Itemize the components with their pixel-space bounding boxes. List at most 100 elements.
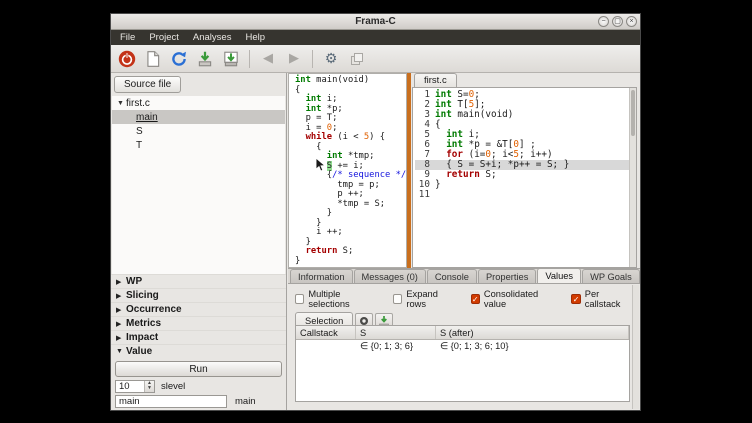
code-line[interactable]: int main(void): [295, 76, 406, 86]
spinner-arrows-icon[interactable]: ▲▼: [144, 381, 154, 392]
normalized-source-view: int main(void){ int i; int *p; p = T; i …: [288, 73, 407, 268]
original-source-view: 1int S=0;2int T[5];3int main(void)4{5 in…: [412, 87, 637, 268]
slevel-label: slevel: [161, 381, 185, 392]
values-table-body: ∈ {0; 1; 3; 6}∈ {0; 1; 3; 6; 10}: [296, 340, 629, 353]
tree-item-T[interactable]: T: [112, 138, 285, 152]
values-table: Callstack S S (after) ∈ {0; 1; 3; 6}∈ {0…: [295, 325, 630, 402]
main-content: Source file ▼ first.c main S T ▶: [111, 73, 640, 410]
accordion-wp[interactable]: ▶ WP: [111, 274, 286, 288]
history-forward-button[interactable]: ▶: [282, 47, 306, 71]
scrollbar-thumb[interactable]: [631, 90, 635, 136]
code-line[interactable]: 3int main(void): [415, 110, 636, 120]
code-line[interactable]: 11: [415, 190, 636, 200]
source-position-marker[interactable]: [407, 73, 411, 268]
source-file-button[interactable]: Source file: [114, 76, 181, 93]
accordion-impact[interactable]: ▶ Impact: [111, 330, 286, 344]
table-row[interactable]: ∈ {0; 1; 3; 6}∈ {0; 1; 3; 6; 10}: [296, 340, 629, 353]
tab-properties[interactable]: Properties: [478, 269, 536, 283]
tab-wp-goals[interactable]: WP Goals: [582, 269, 640, 283]
refresh-icon: [170, 50, 188, 68]
run-button[interactable]: Run: [115, 361, 282, 377]
tab-first-c[interactable]: first.c: [414, 73, 457, 87]
analyses-settings-button[interactable]: ⚙: [319, 47, 343, 71]
expander-down-icon[interactable]: ▼: [117, 100, 126, 107]
minimize-button[interactable]: −: [598, 16, 609, 27]
title-bar[interactable]: Frama-C − ▢ ×: [111, 14, 640, 30]
menu-help[interactable]: Help: [238, 30, 272, 45]
new-project-button[interactable]: [141, 47, 165, 71]
main-function-label: main: [235, 396, 256, 407]
save-session-icon: [222, 50, 240, 68]
table-cell: ∈ {0; 1; 3; 6; 10}: [436, 340, 629, 353]
new-file-icon: [144, 50, 162, 68]
tree-item-main[interactable]: main: [112, 110, 285, 124]
history-back-button[interactable]: ◀: [256, 47, 280, 71]
table-cell: [296, 340, 356, 353]
menu-project[interactable]: Project: [142, 30, 186, 45]
code-line[interactable]: 10}: [415, 180, 636, 190]
back-icon: ◀: [263, 51, 273, 66]
source-file-tree: ▼ first.c main S T: [112, 96, 285, 274]
left-panel: Source file ▼ first.c main S T ▶: [111, 73, 287, 410]
checkbox-icon[interactable]: [393, 294, 402, 304]
tab-values[interactable]: Values: [537, 268, 581, 283]
quit-button[interactable]: [115, 47, 139, 71]
tab-messages[interactable]: Messages (0): [354, 269, 426, 283]
toolbar: ◀ ▶ ⚙: [111, 45, 640, 73]
tree-item-S[interactable]: S: [112, 124, 285, 138]
vertical-scrollbar[interactable]: [629, 88, 636, 267]
detach-view-button[interactable]: [345, 47, 369, 71]
accordion-metrics[interactable]: ▶ Metrics: [111, 316, 286, 330]
values-options-row: Multiple selections Expand rows ✓ Consol…: [295, 289, 633, 309]
checkbox-icon[interactable]: [295, 294, 304, 304]
column-s[interactable]: S: [356, 326, 436, 339]
analyses-accordion: ▶ WP ▶ Slicing ▶ Occurrence ▶ Metrics ▶: [111, 274, 286, 358]
code-line[interactable]: 9 return S;: [415, 170, 636, 180]
expander-right-icon: ▶: [116, 278, 126, 286]
slevel-spinner[interactable]: 10 ▲▼: [115, 380, 155, 393]
code-line[interactable]: }: [295, 257, 406, 267]
vertical-scrollbar[interactable]: [632, 285, 639, 409]
main-function-row: main main: [115, 395, 282, 408]
column-s-after[interactable]: S (after): [436, 326, 629, 339]
detach-icon: [349, 51, 365, 67]
menu-analyses[interactable]: Analyses: [186, 30, 239, 45]
accordion-occurrence[interactable]: ▶ Occurrence: [111, 302, 286, 316]
code-line[interactable]: return S;: [295, 247, 406, 257]
load-session-icon: [196, 50, 214, 68]
close-button[interactable]: ×: [626, 16, 637, 27]
expander-right-icon: ▶: [116, 334, 126, 342]
column-callstack[interactable]: Callstack: [296, 326, 356, 339]
expander-right-icon: ▶: [116, 306, 126, 314]
expander-right-icon: ▶: [116, 320, 126, 328]
tab-console[interactable]: Console: [427, 269, 477, 283]
values-table-header: Callstack S S (after): [296, 326, 629, 340]
toolbar-separator: [312, 50, 313, 68]
code-line[interactable]: i ++;: [295, 228, 406, 238]
expander-down-icon: ▼: [116, 348, 126, 355]
menu-file[interactable]: File: [113, 30, 142, 45]
tree-item-first-c[interactable]: ▼ first.c: [112, 96, 285, 110]
tab-information[interactable]: Information: [290, 269, 353, 283]
expand-rows-checkbox[interactable]: Expand rows: [393, 289, 456, 309]
multiple-selections-checkbox[interactable]: Multiple selections: [295, 289, 378, 309]
accordion-value[interactable]: ▼ Value: [111, 344, 286, 358]
checkbox-checked-icon[interactable]: ✓: [471, 294, 480, 304]
gear-icon: ⚙: [325, 51, 338, 67]
frama-c-window: Frama-C − ▢ × File Project Analyses Help: [110, 13, 641, 411]
window-buttons: − ▢ ×: [598, 16, 637, 27]
main-function-field[interactable]: main: [115, 395, 227, 408]
bottom-panel: Information Messages (0) Console Propert…: [288, 268, 640, 410]
accordion-slicing[interactable]: ▶ Slicing: [111, 288, 286, 302]
reload-button[interactable]: [167, 47, 191, 71]
expander-right-icon: ▶: [116, 292, 126, 300]
checkbox-checked-icon[interactable]: ✓: [571, 294, 580, 304]
per-callstack-checkbox[interactable]: ✓ Per callstack: [571, 289, 633, 309]
window-title: Frama-C: [355, 16, 396, 27]
save-session-button[interactable]: [219, 47, 243, 71]
consolidated-value-checkbox[interactable]: ✓ Consolidated value: [471, 289, 557, 309]
maximize-button[interactable]: ▢: [612, 16, 623, 27]
forward-icon: ▶: [289, 51, 299, 66]
slevel-row: 10 ▲▼ slevel: [115, 379, 282, 393]
load-session-button[interactable]: [193, 47, 217, 71]
